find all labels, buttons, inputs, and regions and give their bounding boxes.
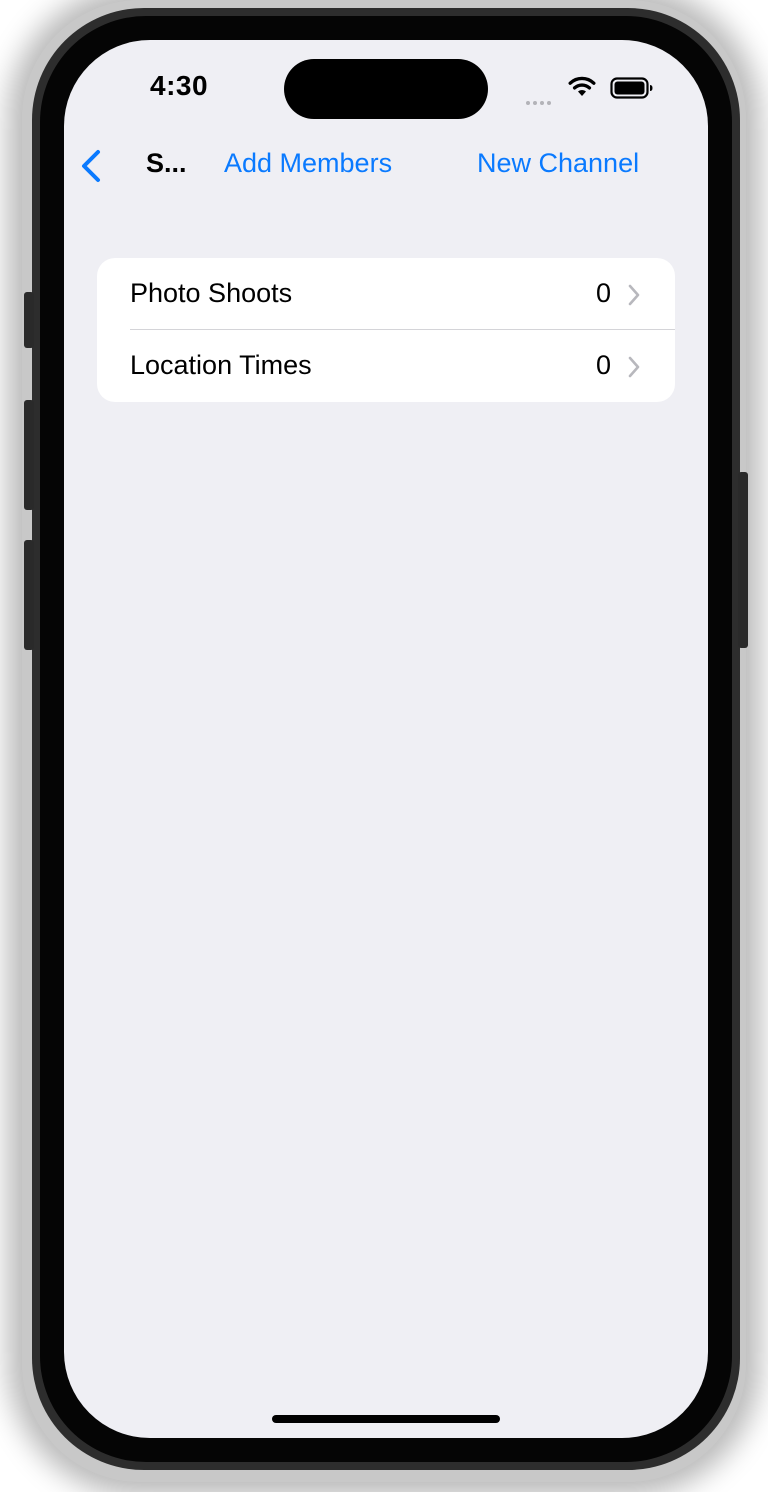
screen: 4:30 S... Add Members New Channel Photo … bbox=[64, 40, 708, 1438]
back-button[interactable] bbox=[74, 144, 110, 188]
list-item-label: Photo Shoots bbox=[130, 278, 293, 308]
add-members-button[interactable]: Add Members bbox=[224, 148, 392, 179]
chevron-left-icon bbox=[82, 150, 100, 182]
channel-list: Photo Shoots 0 Location Times 0 bbox=[97, 258, 675, 402]
list-item-location-times[interactable]: Location Times 0 bbox=[97, 330, 675, 402]
new-channel-button[interactable]: New Channel bbox=[477, 148, 639, 179]
power-button bbox=[738, 472, 748, 648]
chevron-right-icon bbox=[628, 284, 640, 306]
status-time: 4:30 bbox=[150, 70, 209, 101]
home-indicator[interactable] bbox=[272, 1415, 500, 1423]
list-item-label: Location Times bbox=[130, 350, 312, 380]
list-item-photo-shoots[interactable]: Photo Shoots 0 bbox=[97, 258, 675, 330]
list-item-count: 0 bbox=[595, 278, 611, 308]
wifi-icon bbox=[567, 76, 597, 103]
nav-title: S... bbox=[146, 148, 187, 178]
cellular-signal-icon bbox=[526, 92, 554, 110]
list-item-count: 0 bbox=[595, 350, 611, 380]
volume-up-button bbox=[24, 400, 34, 510]
dynamic-island bbox=[284, 59, 488, 119]
chevron-right-icon bbox=[628, 356, 640, 378]
action-button bbox=[24, 292, 34, 348]
battery-icon bbox=[610, 77, 654, 104]
volume-down-button bbox=[24, 540, 34, 650]
